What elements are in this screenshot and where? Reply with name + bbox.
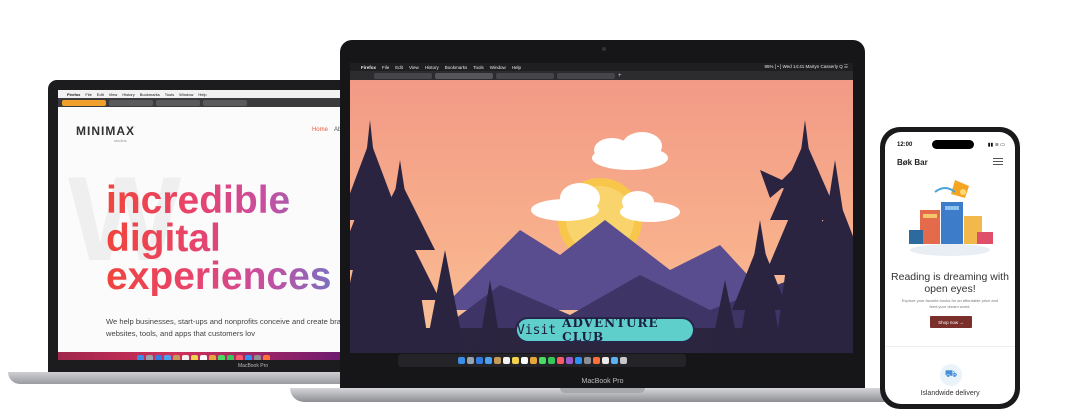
visit-word: Visit xyxy=(517,322,557,338)
facetime-icon[interactable] xyxy=(226,354,234,360)
browser-tab[interactable] xyxy=(109,99,153,106)
preview-icon[interactable] xyxy=(601,357,609,364)
menu-view[interactable]: View xyxy=(409,65,419,70)
browser-tab[interactable] xyxy=(62,99,106,106)
device-mockup-stage: Firefox File Edit View History Bookmarks… xyxy=(0,0,1080,411)
shop-now-button[interactable]: Shop now → xyxy=(930,316,972,328)
phone-headline: Reading is dreaming with open eyes! xyxy=(885,271,1015,295)
appstore-icon[interactable] xyxy=(574,357,582,364)
browser-tab[interactable] xyxy=(156,99,200,106)
photos-icon[interactable] xyxy=(208,354,216,360)
calendar-icon[interactable] xyxy=(502,357,510,364)
menu-edit[interactable]: Edit xyxy=(97,92,104,97)
browser-tab[interactable] xyxy=(374,72,432,79)
menu-edit[interactable]: Edit xyxy=(395,65,403,70)
browser-tab[interactable] xyxy=(557,72,615,79)
launchpad-icon[interactable] xyxy=(466,357,474,364)
menu-window[interactable]: Window xyxy=(179,92,193,97)
center-dock xyxy=(398,354,686,367)
phone-subtext: Explore your favorite books for an affor… xyxy=(893,298,1007,310)
center-laptop: Firefox File Edit View History Bookmarks… xyxy=(290,40,915,408)
status-time: 12:00 xyxy=(897,142,913,148)
podcasts-icon[interactable] xyxy=(565,357,573,364)
menu-view[interactable]: View xyxy=(109,92,118,97)
center-laptop-notch xyxy=(560,388,645,393)
trash-icon[interactable] xyxy=(619,357,627,364)
headline-line: Reading is dreaming with xyxy=(891,271,1009,283)
menubar-status[interactable]: 95% [ • ] Wed 14:41 Martyn Casserly Q ☰ xyxy=(764,64,848,70)
notes-icon[interactable] xyxy=(511,357,519,364)
menu-help[interactable]: Help xyxy=(198,92,206,97)
browser-tab[interactable] xyxy=(203,99,247,106)
left-model-label: MacBook Pro xyxy=(238,363,269,369)
club-name: ADVENTURE CLUB xyxy=(562,316,659,344)
minimax-logo-sub: studios xyxy=(114,138,127,143)
bokbar-logo[interactable]: Bøk Bar xyxy=(897,158,928,167)
menu-window[interactable]: Window xyxy=(490,65,506,70)
visit-adventure-club-button[interactable]: Visit ADVENTURE CLUB xyxy=(515,316,695,344)
reminders-icon[interactable] xyxy=(520,357,528,364)
browser-tab[interactable] xyxy=(435,72,493,79)
safari-icon[interactable] xyxy=(475,357,483,364)
settings-icon[interactable] xyxy=(583,357,591,364)
hamburger-menu-icon[interactable] xyxy=(993,158,1003,167)
minimax-logo[interactable]: MINIMAX xyxy=(76,124,135,138)
new-tab-button[interactable]: + xyxy=(618,73,622,79)
menu-firefox[interactable]: Firefox xyxy=(361,65,376,70)
menu-history[interactable]: History xyxy=(425,65,439,70)
downloads-icon[interactable] xyxy=(610,357,618,364)
menu-history[interactable]: History xyxy=(122,92,134,97)
center-model-label: MacBook Pro xyxy=(581,378,624,385)
mail-icon[interactable] xyxy=(484,357,492,364)
center-mac-menubar: Firefox File Edit View History Bookmarks… xyxy=(350,63,853,71)
firefox-icon[interactable] xyxy=(262,354,270,360)
facetime-icon[interactable] xyxy=(547,357,555,364)
finder-icon[interactable] xyxy=(136,354,144,360)
status-icons: ▮▮ ≋ ▭ xyxy=(987,142,1005,148)
settings-icon[interactable] xyxy=(253,354,261,360)
launchpad-icon[interactable] xyxy=(145,354,153,360)
firefox-icon[interactable] xyxy=(592,357,600,364)
delivery-feature-label: Islandwide delivery xyxy=(920,390,980,397)
browser-tab[interactable] xyxy=(496,72,554,79)
music-icon[interactable] xyxy=(235,354,243,360)
finder-icon[interactable] xyxy=(457,357,465,364)
appstore-icon[interactable] xyxy=(244,354,252,360)
dynamic-island xyxy=(932,140,974,149)
messages-icon[interactable] xyxy=(538,357,546,364)
notes-icon[interactable] xyxy=(190,354,198,360)
contacts-icon[interactable] xyxy=(493,357,501,364)
phone: 12:00 ▮▮ ≋ ▭ Bøk Bar Reading is dreaming… xyxy=(880,127,1020,409)
contacts-icon[interactable] xyxy=(172,354,180,360)
reminders-icon[interactable] xyxy=(199,354,207,360)
camera-icon xyxy=(602,47,606,51)
center-browser-tabbar: + xyxy=(350,71,853,80)
mail-icon[interactable] xyxy=(163,354,171,360)
menu-tools[interactable]: Tools xyxy=(165,92,174,97)
photos-icon[interactable] xyxy=(529,357,537,364)
calendar-icon[interactable] xyxy=(181,354,189,360)
subtext-line: feed your dream world. xyxy=(929,304,971,309)
menu-tools[interactable]: Tools xyxy=(473,65,484,70)
truck-icon: ⛟ xyxy=(940,364,962,386)
menu-firefox[interactable]: Firefox xyxy=(67,92,80,97)
menu-file[interactable]: File xyxy=(382,65,389,70)
reading-illustration xyxy=(909,180,993,256)
messages-icon[interactable] xyxy=(217,354,225,360)
menu-help[interactable]: Help xyxy=(512,65,521,70)
headline-line: open eyes! xyxy=(924,283,976,295)
safari-icon[interactable] xyxy=(154,354,162,360)
center-laptop-screen: Firefox File Edit View History Bookmarks… xyxy=(350,63,853,353)
adventure-scene xyxy=(350,80,853,353)
menu-file[interactable]: File xyxy=(85,92,91,97)
menu-bookmarks[interactable]: Bookmarks xyxy=(140,92,160,97)
music-icon[interactable] xyxy=(556,357,564,364)
phone-screen: 12:00 ▮▮ ≋ ▭ Bøk Bar Reading is dreaming… xyxy=(885,132,1015,404)
menu-bookmarks[interactable]: Bookmarks xyxy=(445,65,468,70)
divider xyxy=(885,346,1015,347)
